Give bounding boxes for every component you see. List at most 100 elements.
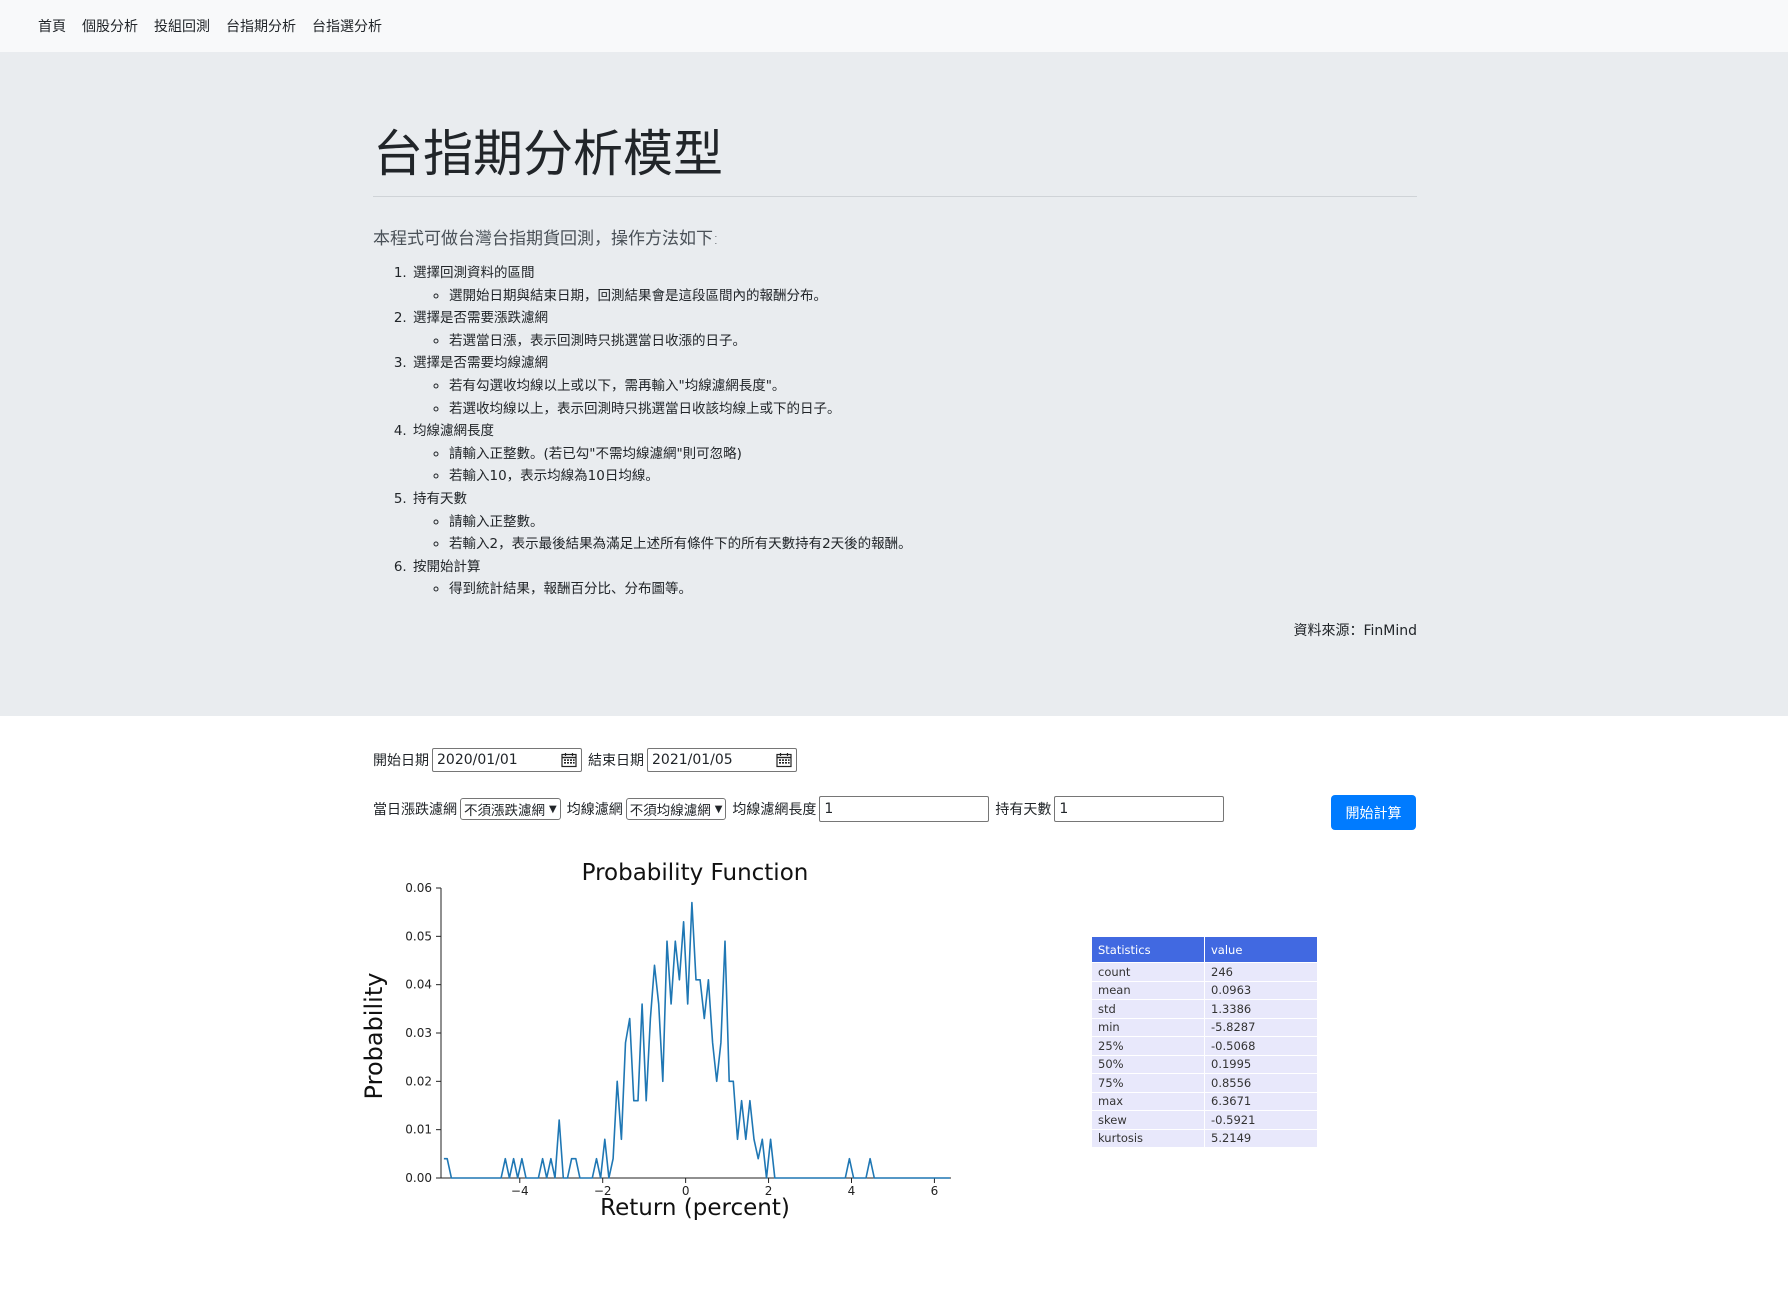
- ma-length-input[interactable]: 1: [819, 796, 990, 822]
- stat-name: count: [1092, 962, 1205, 981]
- stat-name: kurtosis: [1092, 1128, 1205, 1147]
- step-detail: 得到統計結果，報酬百分比、分布圖等。: [449, 578, 912, 601]
- top-navbar: 首頁 個股分析 投組回測 台指期分析 台指選分析: [0, 0, 1788, 52]
- y-tick-label: 0.06: [405, 881, 432, 895]
- start-date-label: 開始日期: [373, 753, 429, 769]
- step-detail: 選開始日期與結束日期，回測結果會是這段區間內的報酬分布。: [449, 285, 912, 308]
- stat-value: 6.3671: [1204, 1091, 1317, 1111]
- stat-value: 1.3386: [1204, 999, 1317, 1018]
- holding-days-input[interactable]: 1: [1054, 796, 1225, 822]
- x-tick-label: 2: [765, 1184, 773, 1198]
- ma-filter-label: 均線濾網: [566, 802, 623, 818]
- stat-value: 246: [1204, 962, 1317, 981]
- table-header: value: [1204, 937, 1317, 963]
- table-header-row: Statistics value: [1092, 937, 1317, 963]
- table-row: skew -0.5921: [1092, 1110, 1317, 1129]
- step-detail: 若選當日漲，表示回測時只挑選當日收漲的日子。: [449, 330, 912, 353]
- stat-value: -0.5921: [1204, 1110, 1317, 1129]
- step-item: 選擇是否需要均線濾網 若有勾選收均線以上或以下，需再輸入"均線濾網長度"。 若選…: [411, 352, 912, 420]
- hero-container: 台指期分析模型 本程式可做台灣台指期貨回測，操作方法如下: 選擇回測資料的區間 …: [373, 52, 1417, 716]
- updown-filter-label: 當日漲跌濾網: [373, 802, 457, 818]
- stat-name: skew: [1092, 1110, 1205, 1129]
- step-label: 均線濾網長度: [413, 423, 494, 440]
- nav-home[interactable]: 首頁: [38, 16, 66, 36]
- table-row: mean 0.0963: [1092, 980, 1317, 1000]
- stat-value: -5.8287: [1204, 1017, 1317, 1037]
- instruction-list: 選擇回測資料的區間 選開始日期與結束日期，回測結果會是這段區間內的報酬分布。 選…: [373, 262, 912, 601]
- calendar-icon[interactable]: [776, 752, 792, 768]
- start-calculation-button[interactable]: 開始計算: [1331, 795, 1416, 830]
- table-row: max 6.3671: [1092, 1091, 1317, 1111]
- stat-name: std: [1092, 999, 1205, 1018]
- step-label: 持有天數: [413, 490, 467, 507]
- table-row: 75% 0.8556: [1092, 1073, 1317, 1092]
- table-row: 50% 0.1995: [1092, 1054, 1317, 1074]
- updown-filter-select[interactable]: 不須漲跌濾網 ▼: [460, 798, 561, 820]
- end-date-input[interactable]: 2021/01/05: [647, 748, 797, 772]
- step-detail: 請輸入正整數。(若已勾"不需均線濾網"則可忽略): [449, 443, 912, 466]
- nav-stock-analysis[interactable]: 個股分析: [82, 16, 138, 36]
- holding-days-label: 持有天數: [995, 802, 1052, 818]
- stat-name: 75%: [1092, 1073, 1205, 1092]
- statistics-table: Statistics value count 246 mean 0.0963 std…: [1092, 937, 1317, 1147]
- hero-section: 台指期分析模型 本程式可做台灣台指期貨回測，操作方法如下: 選擇回測資料的區間 …: [0, 52, 1788, 716]
- x-tick-label: 0: [682, 1184, 690, 1198]
- x-axis-label: Return (percent): [600, 1195, 790, 1220]
- table-row: kurtosis 5.2149: [1092, 1128, 1317, 1147]
- y-tick-label: 0.03: [405, 1026, 432, 1040]
- x-tick-label: 4: [848, 1184, 856, 1198]
- stat-value: 0.8556: [1204, 1073, 1317, 1092]
- page-title: 台指期分析模型: [373, 125, 723, 183]
- end-date-label: 結束日期: [588, 753, 644, 769]
- x-tick-label: 6: [931, 1184, 939, 1198]
- chart-title: Probability Function: [582, 860, 809, 886]
- stat-name: mean: [1092, 980, 1205, 1000]
- divider: [373, 196, 1417, 197]
- start-date-input[interactable]: 2020/01/01: [432, 748, 582, 772]
- stat-name: min: [1092, 1017, 1205, 1037]
- ma-length-label: 均線濾網長度: [732, 802, 817, 818]
- nav-futures-analysis[interactable]: 台指期分析: [226, 16, 296, 36]
- step-label: 選擇回測資料的區間: [413, 265, 535, 281]
- table-row: std 1.3386: [1092, 999, 1317, 1018]
- stat-value: 0.1995: [1204, 1054, 1317, 1074]
- stat-value: 5.2149: [1204, 1128, 1317, 1147]
- stat-name: 25%: [1092, 1036, 1205, 1055]
- y-tick-label: 0.00: [405, 1171, 432, 1185]
- end-date-value: 2021/01/05: [652, 752, 733, 768]
- hero-lead: 本程式可做台灣台指期貨回測，操作方法如下:: [373, 229, 719, 249]
- y-tick-label: 0.02: [405, 1074, 432, 1088]
- filter-row: 當日漲跌濾網 不須漲跌濾網 ▼ 均線濾網 不須均線濾網 ▼ 均線濾網長度 1 持…: [373, 796, 1230, 822]
- probability-series-line: [443, 901, 950, 1179]
- date-range-row: 開始日期 2020/01/01 結束日期 2021/01/05: [373, 748, 803, 772]
- nav-portfolio-backtest[interactable]: 投組回測: [154, 16, 210, 36]
- table-row: count 246: [1092, 962, 1317, 981]
- x-tick-label: −2: [594, 1184, 612, 1198]
- table-header: Statistics: [1092, 937, 1205, 963]
- updown-filter-value: 不須漲跌濾網: [464, 803, 545, 819]
- step-item: 選擇是否需要漲跌濾網 若選當日漲，表示回測時只挑選當日收漲的日子。: [411, 307, 912, 352]
- step-detail: 若有勾選收均線以上或以下，需再輸入"均線濾網長度"。: [449, 375, 912, 398]
- step-item: 持有天數 請輸入正整數。 若輸入2，表示最後結果為滿足上述所有條件下的所有天數持…: [411, 488, 912, 556]
- ma-filter-value: 不須均線濾網: [629, 803, 711, 819]
- step-detail: 若輸入2，表示最後結果為滿足上述所有條件下的所有天數持有2天後的報酬。: [449, 533, 912, 556]
- y-tick-label: 0.01: [405, 1123, 432, 1137]
- stat-name: 50%: [1092, 1054, 1205, 1074]
- step-detail: 請輸入正整數。: [449, 511, 912, 534]
- step-item: 按開始計算 得到統計結果，報酬百分比、分布圖等。: [411, 556, 912, 601]
- chevron-down-icon: ▼: [549, 803, 557, 815]
- table-row: 25% -0.5068: [1092, 1036, 1317, 1055]
- calendar-icon[interactable]: [561, 752, 577, 768]
- chevron-down-icon: ▼: [714, 803, 723, 815]
- data-source-note: 資料來源：FinMind: [1293, 623, 1417, 639]
- step-detail: 若選收均線以上，表示回測時只挑選當日收該均線上或下的日子。: [449, 398, 912, 421]
- step-item: 選擇回測資料的區間 選開始日期與結束日期，回測結果會是這段區間內的報酬分布。: [411, 262, 912, 307]
- x-tick-label: −4: [511, 1184, 529, 1198]
- y-axis-label: Probability: [360, 973, 388, 1100]
- step-label: 按開始計算: [413, 558, 481, 575]
- ma-filter-select[interactable]: 不須均線濾網 ▼: [625, 798, 727, 820]
- step-item: 均線濾網長度 請輸入正整數。(若已勾"不需均線濾網"則可忽略) 若輸入10，表示…: [411, 420, 912, 488]
- stat-value: 0.0963: [1204, 980, 1317, 1000]
- y-tick-label: 0.04: [405, 978, 432, 992]
- nav-options-analysis[interactable]: 台指選分析: [312, 16, 382, 36]
